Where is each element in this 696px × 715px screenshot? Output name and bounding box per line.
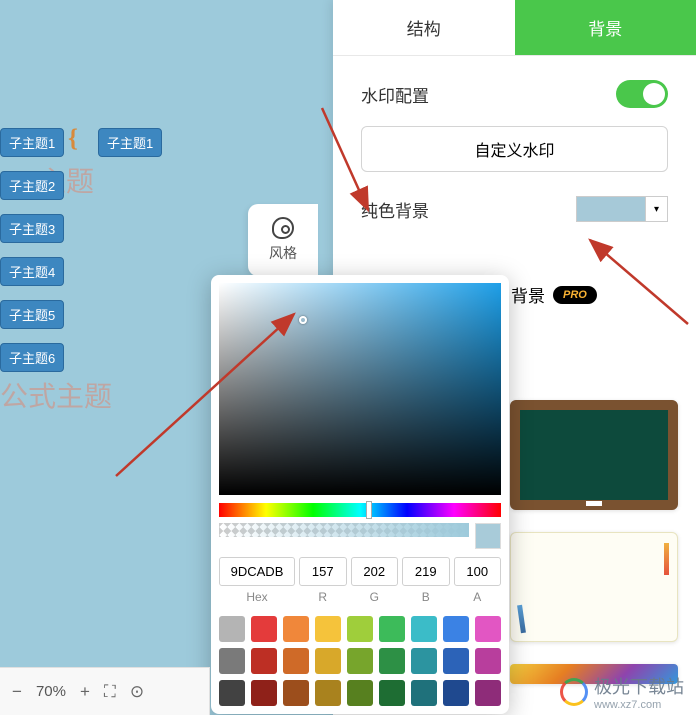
site-name: 极光下载站 [594, 673, 684, 699]
watermark-label: 水印配置 [361, 82, 429, 107]
tab-background[interactable]: 背景 [515, 0, 696, 55]
hue-slider[interactable] [219, 503, 501, 517]
color-picker: Hex R G B A [211, 275, 509, 714]
preset-swatch[interactable] [475, 648, 501, 674]
preset-swatch[interactable] [347, 648, 373, 674]
r-input[interactable] [299, 557, 347, 586]
g-label: G [351, 590, 399, 604]
mindmap-node[interactable]: 子主题1 [0, 128, 64, 157]
style-label: 风格 [269, 243, 297, 263]
zoom-toolbar: − 70% + ⛶ ⊙ [0, 667, 210, 715]
preset-swatch[interactable] [283, 680, 309, 706]
palette-icon [272, 217, 294, 239]
bg-color-dropdown[interactable]: ▾ [646, 196, 668, 222]
watermark-toggle[interactable] [616, 80, 668, 108]
bracket-icon: { [68, 125, 78, 153]
custom-bg-label: 背景 [511, 282, 545, 307]
preset-swatch[interactable] [315, 616, 341, 642]
mindmap-node[interactable]: 子主题4 [0, 257, 64, 286]
r-label: R [299, 590, 347, 604]
preset-swatch[interactable] [443, 616, 469, 642]
saturation-area[interactable] [219, 283, 501, 495]
saturation-marker[interactable] [299, 316, 307, 324]
site-watermark: 极光下载站 www.xz7.com [560, 673, 684, 711]
preset-grid [219, 616, 501, 706]
site-url: www.xz7.com [594, 699, 684, 711]
preset-swatch[interactable] [411, 616, 437, 642]
preset-swatch[interactable] [443, 680, 469, 706]
zoom-value: 70% [36, 683, 66, 700]
b-label: B [402, 590, 450, 604]
preset-swatch[interactable] [443, 648, 469, 674]
site-icon [560, 678, 588, 706]
ghost-text: 公式主题 [0, 375, 112, 415]
zoom-in-button[interactable]: + [80, 682, 90, 702]
color-preview [475, 523, 501, 549]
preset-swatch[interactable] [347, 680, 373, 706]
preset-swatch[interactable] [219, 680, 245, 706]
b-input[interactable] [402, 557, 450, 586]
preset-swatch[interactable] [379, 680, 405, 706]
preset-swatch[interactable] [411, 680, 437, 706]
preset-swatch[interactable] [315, 648, 341, 674]
preset-swatch[interactable] [347, 616, 373, 642]
fit-button[interactable]: ⛶ [104, 682, 116, 702]
locate-button[interactable]: ⊙ [130, 682, 144, 702]
preset-swatch[interactable] [315, 680, 341, 706]
bg-thumb-chalkboard[interactable] [510, 400, 678, 510]
preset-swatch[interactable] [379, 616, 405, 642]
g-input[interactable] [351, 557, 399, 586]
preset-swatch[interactable] [411, 648, 437, 674]
preset-swatch[interactable] [219, 648, 245, 674]
custom-watermark-button[interactable]: 自定义水印 [361, 126, 668, 172]
mindmap-node[interactable]: 子主题1 [98, 128, 162, 157]
alpha-slider[interactable] [219, 523, 469, 537]
preset-swatch[interactable] [283, 648, 309, 674]
pro-badge: PRO [553, 286, 597, 304]
style-button[interactable]: 风格 [248, 204, 318, 276]
a-input[interactable] [454, 557, 502, 586]
preset-swatch[interactable] [251, 648, 277, 674]
hue-thumb[interactable] [366, 501, 372, 519]
preset-swatch[interactable] [251, 616, 277, 642]
zoom-out-button[interactable]: − [12, 682, 22, 702]
bg-thumb-memo[interactable] [510, 532, 678, 642]
preset-swatch[interactable] [251, 680, 277, 706]
bg-color-swatch[interactable] [576, 196, 646, 222]
mindmap-node[interactable]: 子主题3 [0, 214, 64, 243]
preset-swatch[interactable] [219, 616, 245, 642]
hex-input[interactable] [219, 557, 295, 586]
preset-swatch[interactable] [475, 680, 501, 706]
preset-swatch[interactable] [283, 616, 309, 642]
mindmap-node[interactable]: 子主题5 [0, 300, 64, 329]
mindmap-node[interactable]: 子主题6 [0, 343, 64, 372]
tab-structure[interactable]: 结构 [333, 0, 515, 55]
mindmap-node[interactable]: 子主题2 [0, 171, 64, 200]
preset-swatch[interactable] [475, 616, 501, 642]
solid-bg-label: 纯色背景 [361, 197, 429, 222]
preset-swatch[interactable] [379, 648, 405, 674]
a-label: A [454, 590, 502, 604]
hex-label: Hex [219, 590, 295, 604]
